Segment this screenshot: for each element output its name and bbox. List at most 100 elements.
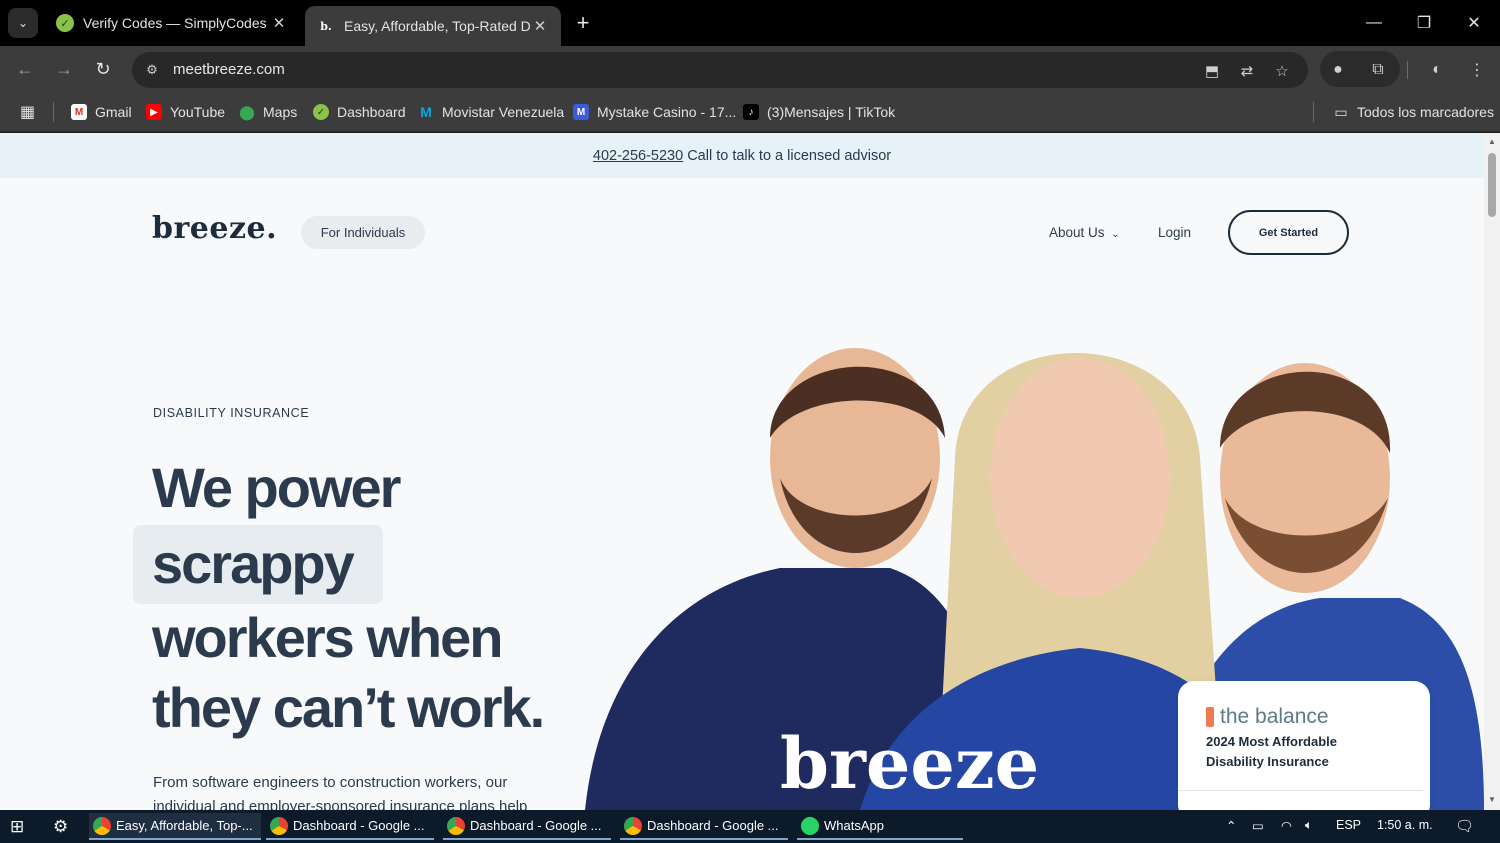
tab-title: Easy, Affordable, Top-Rated Dis bbox=[344, 18, 531, 34]
back-button[interactable]: ← bbox=[12, 56, 38, 82]
bookmark-youtube[interactable]: ▶ YouTube bbox=[146, 102, 225, 122]
bookmarks-divider bbox=[53, 102, 54, 122]
scroll-up-icon[interactable]: ▲ bbox=[1487, 137, 1497, 147]
web-page: 402-256-5230 Call to talk to a licensed … bbox=[0, 133, 1484, 810]
windows-taskbar: ⊞ ⚙ Easy, Affordable, Top-... Dashboard … bbox=[0, 810, 1500, 843]
bookmark-maps[interactable]: ⬤ Maps bbox=[239, 102, 297, 122]
tab-search-button[interactable]: ⌄ bbox=[8, 8, 38, 38]
award-brand: the balance bbox=[1220, 705, 1329, 728]
scroll-down-icon[interactable]: ▼ bbox=[1487, 795, 1497, 805]
award-line-2: Disability Insurance bbox=[1206, 754, 1329, 769]
volume-icon[interactable]: 🔈︎ bbox=[1305, 818, 1313, 833]
eyebrow-label: DISABILITY INSURANCE bbox=[153, 406, 310, 420]
bookmark-gmail[interactable]: M Gmail bbox=[71, 102, 132, 122]
login-link[interactable]: Login bbox=[1158, 225, 1191, 240]
breeze-logo[interactable]: breeze. bbox=[152, 211, 277, 246]
bookmark-movistar[interactable]: M Movistar Venezuela bbox=[418, 102, 564, 122]
taskbar-label: Dashboard - Google ... bbox=[293, 818, 425, 833]
taskbar-item-dashboard-1[interactable]: Dashboard - Google ... bbox=[266, 813, 434, 840]
gmail-icon: M bbox=[71, 104, 87, 120]
translate-icon[interactable]: ⇄ bbox=[1236, 60, 1258, 82]
chevron-down-icon: ⌄ bbox=[17, 16, 29, 30]
movistar-icon: M bbox=[420, 104, 432, 120]
the-balance-logo: the balance bbox=[1206, 705, 1329, 729]
close-icon[interactable]: ✕ bbox=[531, 17, 549, 35]
minimize-button[interactable]: — bbox=[1354, 10, 1394, 36]
bookmark-label: Dashboard bbox=[337, 104, 406, 120]
phone-link[interactable]: 402-256-5230 bbox=[593, 148, 683, 164]
promo-banner: 402-256-5230 Call to talk to a licensed … bbox=[0, 133, 1484, 178]
about-us-menu[interactable]: About Us ⌄ bbox=[1049, 225, 1120, 240]
address-bar[interactable]: ⚙ meetbreeze.com ⬒ ⇄ ☆ bbox=[132, 52, 1308, 88]
headline-line-3: workers when bbox=[152, 606, 503, 669]
maps-pin-icon: ⬤ bbox=[239, 103, 255, 120]
bookmark-label: Maps bbox=[263, 104, 298, 120]
clock[interactable]: 1:50 a. m. bbox=[1377, 818, 1433, 832]
settings-taskbar-button[interactable]: ⚙ bbox=[53, 813, 68, 840]
taskbar-item-breeze[interactable]: Easy, Affordable, Top-... bbox=[89, 813, 261, 840]
award-divider bbox=[1178, 790, 1423, 791]
taskbar-item-whatsapp[interactable]: WhatsApp bbox=[797, 813, 963, 840]
bookmark-tiktok[interactable]: ♪ (3)Mensajes | TikTok bbox=[743, 102, 895, 122]
language-indicator[interactable]: ESP bbox=[1336, 818, 1361, 832]
all-bookmarks-folder[interactable]: ▭ Todos los marcadores bbox=[1333, 102, 1494, 122]
bookmark-label: (3)Mensajes | TikTok bbox=[767, 104, 896, 120]
headline-line-4: they can’t work. bbox=[152, 676, 545, 739]
tray-chevron-up-icon[interactable]: ⌃ bbox=[1226, 818, 1236, 833]
bookmark-label: Todos los marcadores bbox=[1357, 104, 1494, 120]
taskbar-item-dashboard-3[interactable]: Dashboard - Google ... bbox=[620, 813, 788, 840]
for-individuals-button[interactable]: For Individuals bbox=[301, 216, 425, 249]
mystake-icon: M bbox=[573, 104, 589, 120]
extensions-puzzle-icon[interactable]: ⧉ bbox=[1363, 55, 1393, 85]
bookmark-star-icon[interactable]: ☆ bbox=[1271, 60, 1293, 82]
site-settings-icon[interactable]: ⚙ bbox=[142, 60, 162, 80]
forward-button[interactable]: → bbox=[51, 56, 77, 82]
url-text[interactable]: meetbreeze.com bbox=[173, 61, 285, 78]
page-scrollbar[interactable]: ▲ ▼ bbox=[1484, 133, 1500, 810]
extension-icon[interactable]: ● bbox=[1323, 55, 1353, 85]
close-icon[interactable]: ✕ bbox=[270, 14, 288, 32]
award-card: the balance 2024 Most Affordable Disabil… bbox=[1178, 681, 1430, 810]
bookmarks-bar: ▦ M Gmail ▶ YouTube ⬤ Maps ✓ Dashboard M… bbox=[0, 92, 1500, 132]
close-window-button[interactable]: ✕ bbox=[1454, 10, 1494, 36]
taskbar-item-dashboard-2[interactable]: Dashboard - Google ... bbox=[443, 813, 611, 840]
battery-icon[interactable]: ▭ bbox=[1252, 818, 1264, 833]
bookmark-mystake[interactable]: M Mystake Casino - 17... bbox=[573, 102, 736, 122]
shirt-print: breeze bbox=[780, 722, 1039, 805]
bookmark-dashboard[interactable]: ✓ Dashboard bbox=[313, 102, 406, 122]
start-button[interactable]: ⊞ bbox=[10, 813, 24, 840]
chevron-down-icon: ⌄ bbox=[1111, 229, 1120, 240]
install-app-icon[interactable]: ⬒ bbox=[1201, 60, 1223, 82]
restore-button[interactable]: ❐ bbox=[1404, 10, 1444, 36]
bookmark-label: Gmail bbox=[95, 104, 132, 120]
bookmarks-divider bbox=[1313, 102, 1314, 122]
person-2-face bbox=[990, 358, 1170, 598]
reload-button[interactable]: ↻ bbox=[90, 56, 116, 82]
bookmark-label: Movistar Venezuela bbox=[442, 104, 565, 120]
menu-kebab-icon[interactable]: ⋮ bbox=[1462, 55, 1492, 85]
folder-icon: ▭ bbox=[1334, 103, 1348, 120]
tab-breeze[interactable]: b. Easy, Affordable, Top-Rated Dis ✕ bbox=[305, 6, 561, 46]
headline-line-2: scrappy bbox=[152, 532, 355, 595]
chrome-icon bbox=[93, 816, 111, 835]
hero-subtext: From software engineers to construction … bbox=[153, 774, 528, 810]
youtube-icon: ▶ bbox=[146, 104, 162, 120]
get-started-button[interactable]: Get Started bbox=[1228, 210, 1349, 255]
chrome-icon bbox=[447, 816, 465, 835]
tiktok-icon: ♪ bbox=[743, 104, 759, 120]
nav-label: About Us bbox=[1049, 225, 1105, 240]
apps-grid-icon[interactable]: ▦ bbox=[20, 102, 35, 122]
tab-verify-codes[interactable]: ✓ Verify Codes — SimplyCodes ✕ bbox=[44, 6, 300, 40]
scroll-thumb[interactable] bbox=[1488, 153, 1496, 217]
notifications-icon[interactable]: 🗨︎ bbox=[1455, 817, 1474, 835]
taskbar-label: Easy, Affordable, Top-... bbox=[116, 818, 253, 833]
toolbar-divider bbox=[1407, 61, 1408, 79]
wifi-icon[interactable]: ◠ bbox=[1281, 818, 1292, 833]
simplycodes-icon: ✓ bbox=[313, 104, 329, 120]
profile-avatar-icon[interactable]: ◐ bbox=[1422, 55, 1452, 85]
balance-mark-icon bbox=[1206, 707, 1214, 727]
new-tab-button[interactable]: + bbox=[570, 10, 596, 36]
chrome-icon bbox=[624, 816, 642, 835]
chrome-icon bbox=[270, 816, 288, 835]
taskbar-label: Dashboard - Google ... bbox=[647, 818, 779, 833]
